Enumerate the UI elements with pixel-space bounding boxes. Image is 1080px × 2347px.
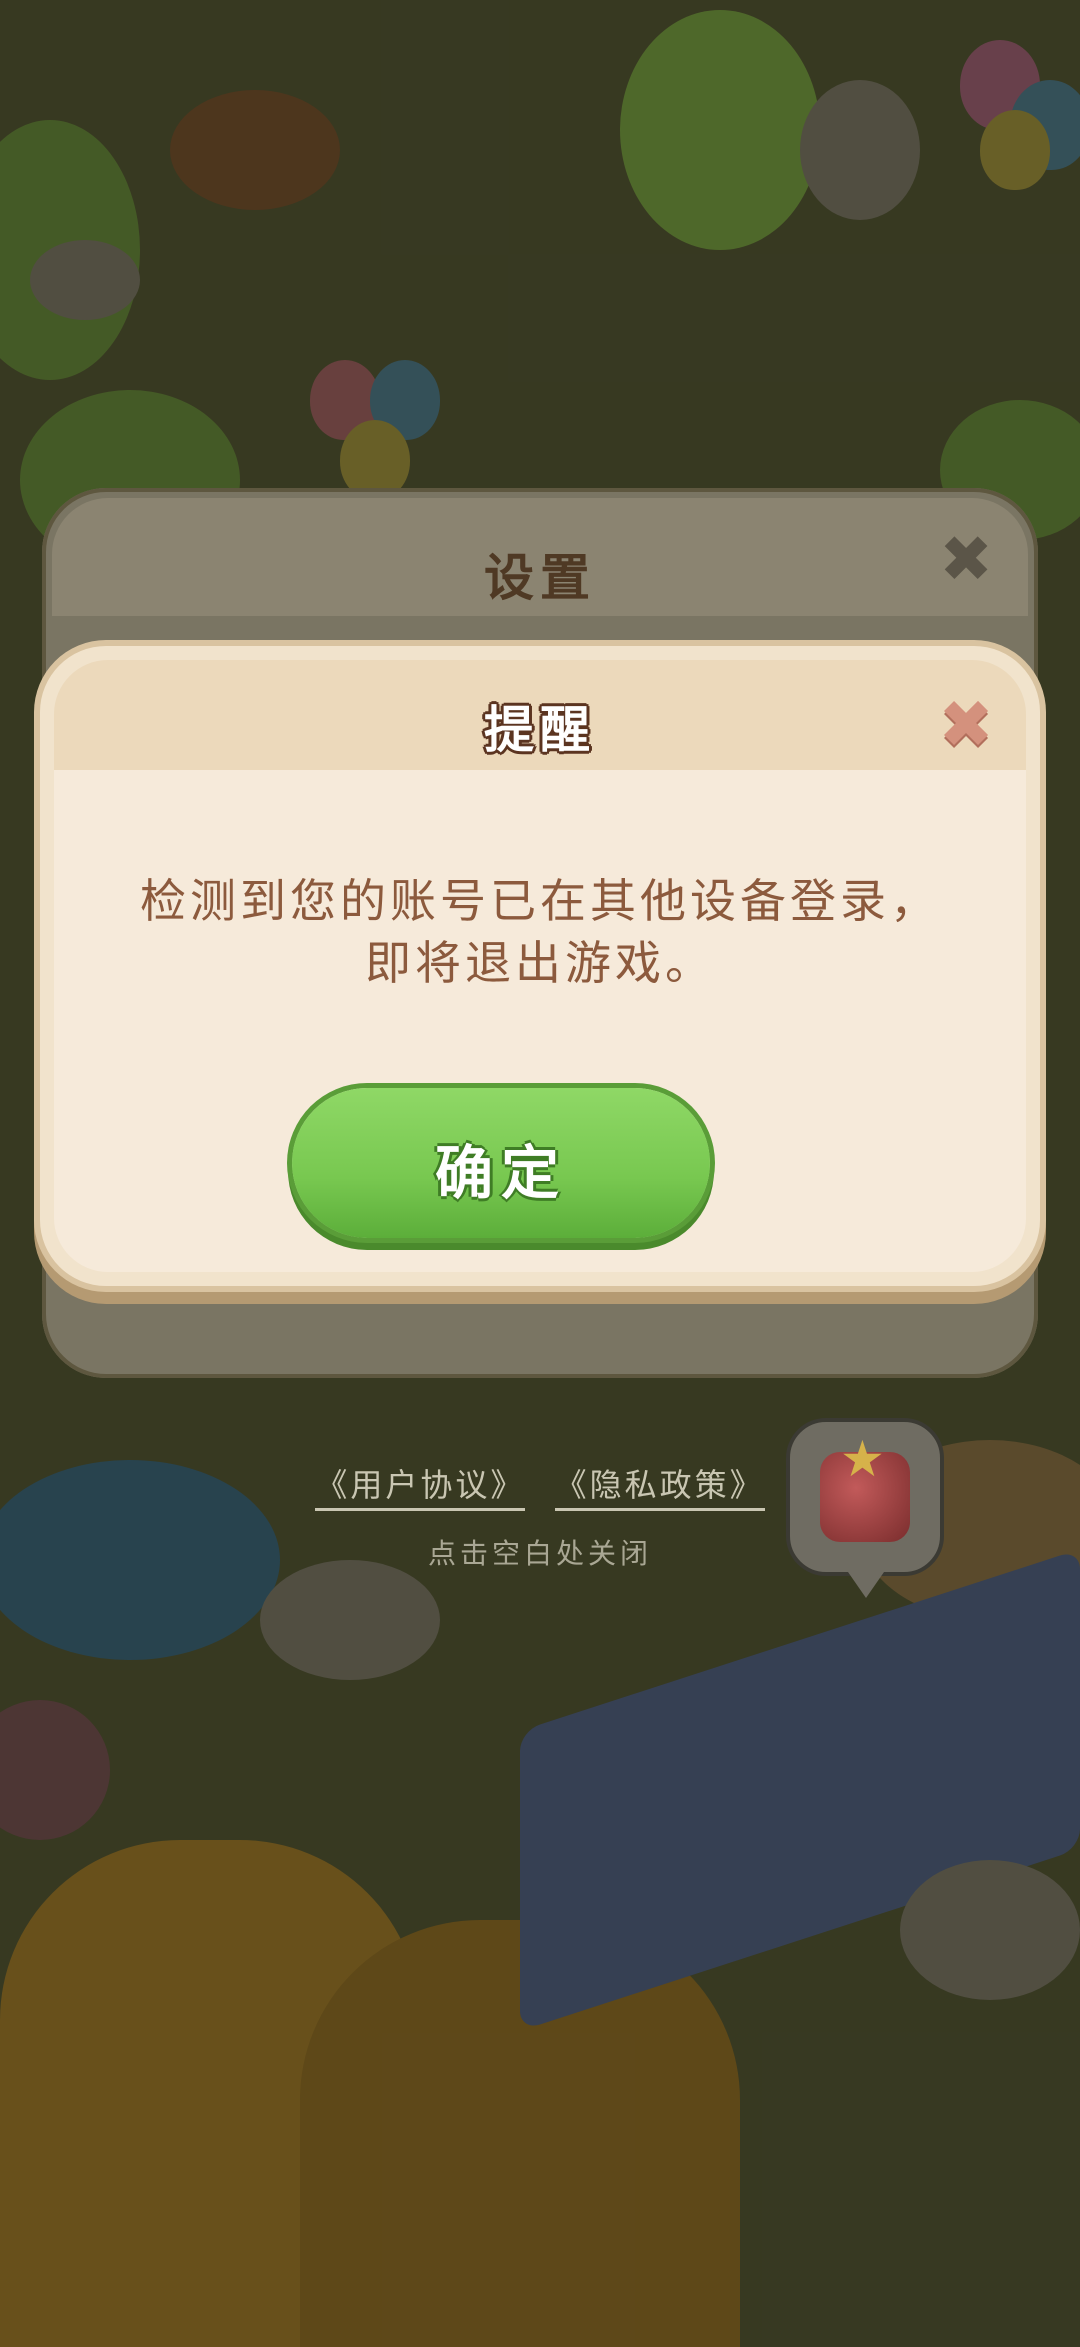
reminder-header: 提醒 ✖ (54, 660, 1026, 770)
footer-links: 《用户协议》 《隐私政策》 (300, 1460, 780, 1511)
message-line-2: 即将退出游戏。 (365, 936, 715, 990)
confirm-button-label: 确定 (434, 1139, 567, 1207)
star-icon: ★ (840, 1430, 885, 1488)
reminder-title: 提醒 (484, 700, 596, 759)
reminder-close-icon[interactable]: ✖ (936, 692, 996, 758)
gift-bubble-button[interactable]: ★ (786, 1418, 944, 1598)
settings-title: 设置 (484, 548, 596, 607)
reminder-message: 检测到您的账号已在其他设备登录， 即将退出游戏。 (94, 870, 986, 994)
confirm-button[interactable]: 确定 (292, 1088, 710, 1238)
settings-close-icon[interactable]: ✖ (934, 528, 998, 592)
privacy-policy-link[interactable]: 《隐私政策》 (554, 1466, 765, 1511)
user-agreement-link[interactable]: 《用户协议》 (315, 1466, 526, 1511)
close-hint-text: 点击空白处关闭 (427, 1537, 652, 1570)
settings-header: 设置 ✖ (52, 498, 1028, 616)
message-line-1: 检测到您的账号已在其他设备登录， (140, 874, 940, 928)
